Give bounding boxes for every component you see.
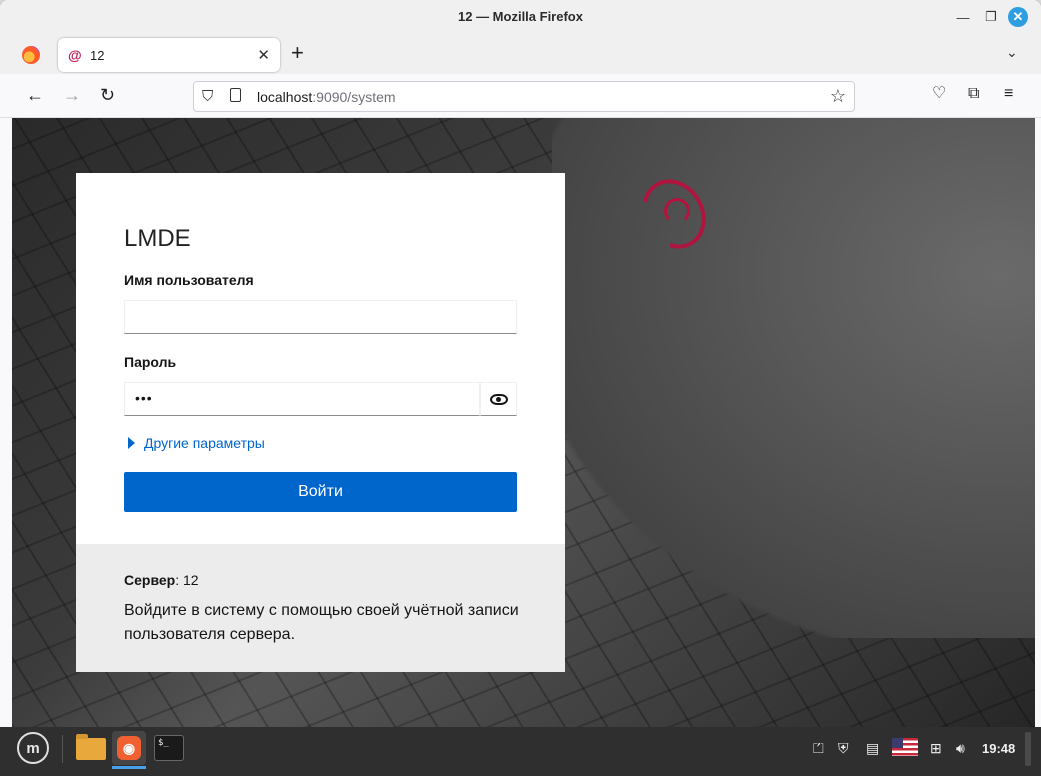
star-icon[interactable]: ☆ (830, 86, 846, 107)
taskbar: m ◉ $_ ⏍ ⛨ ▤ ⊞ 🔊︎ 19:48 (0, 727, 1041, 776)
keyboard-layout-flag-icon[interactable] (892, 738, 918, 756)
tab-close-icon[interactable]: ✕ (257, 46, 270, 64)
active-indicator (112, 766, 146, 769)
page-icon[interactable] (230, 88, 241, 102)
firefox-window: 12 — Mozilla Firefox — ❐ ✕ @ 12 ✕ + ⌄ ← … (0, 0, 1041, 727)
show-password-button[interactable] (480, 382, 517, 416)
url-bar[interactable]: ⛉ localhost:9090/system ☆ (193, 81, 855, 112)
back-arrow-icon[interactable]: ← (26, 86, 44, 104)
firefox-view-icon[interactable] (22, 46, 40, 64)
show-desktop-button[interactable] (1025, 732, 1031, 766)
other-options-toggle[interactable]: Другие параметры (128, 435, 265, 451)
folder-icon (76, 734, 106, 760)
server-help-text: Войдите в систему с помощью своей учётно… (124, 602, 519, 643)
title-bar: 12 — Mozilla Firefox — ❐ ✕ (0, 0, 1041, 34)
tab-bar: @ 12 ✕ + ⌄ (0, 34, 1041, 74)
terminal-launcher[interactable]: $_ (152, 731, 186, 765)
password-field[interactable]: ••• (124, 382, 480, 416)
volume-icon[interactable]: 🔊︎ (956, 740, 965, 756)
brand-title: LMDE (124, 225, 191, 252)
login-card: LMDE Имя пользователя Пароль ••• Другие … (76, 173, 565, 544)
server-info: Сервер: 12 Войдите в систему с помощью с… (76, 544, 565, 672)
navigation-bar: ← → ↻ ⛉ localhost:9090/system ☆ ♡ ⧉ ≡ (0, 74, 1041, 118)
other-options-label: Другие параметры (144, 435, 265, 451)
debian-swirl-icon: @ (68, 47, 82, 63)
tab-title: 12 (90, 48, 105, 63)
firefox-icon: ◉ (117, 736, 141, 760)
files-launcher[interactable] (74, 731, 108, 765)
update-manager-icon[interactable]: ⏍ (813, 740, 824, 756)
extensions-icon[interactable]: ⧉ (968, 86, 979, 102)
minimize-icon[interactable]: — (953, 7, 973, 27)
username-label: Имя пользователя (124, 272, 254, 288)
debian-logo-inner (664, 198, 690, 224)
pocket-icon[interactable]: ♡ (932, 86, 946, 102)
password-label: Пароль (124, 354, 177, 370)
background-sky (552, 118, 1035, 638)
shield-icon[interactable]: ⛉ (202, 88, 213, 105)
caret-right-icon (128, 437, 135, 449)
password-value: ••• (135, 390, 153, 406)
security-shield-icon[interactable]: ⛨ (838, 740, 849, 756)
new-tab-icon[interactable]: + (291, 42, 304, 64)
clock[interactable]: 19:48 (982, 741, 1015, 756)
firefox-launcher[interactable]: ◉ (112, 731, 146, 769)
list-tabs-icon[interactable]: ⌄ (1006, 44, 1018, 61)
login-button[interactable]: Войти (124, 472, 517, 512)
username-field[interactable] (124, 300, 517, 334)
mint-menu-button[interactable]: m (17, 732, 49, 764)
forward-arrow-icon[interactable]: → (63, 86, 81, 104)
close-window-icon[interactable]: ✕ (1008, 7, 1028, 27)
notes-icon[interactable]: ▤ (866, 740, 879, 756)
window-title: 12 — Mozilla Firefox (458, 9, 583, 24)
server-line: Сервер: 12 (124, 572, 199, 588)
page-content: LMDE Имя пользователя Пароль ••• Другие … (12, 118, 1035, 727)
url-text[interactable]: localhost:9090/system (257, 89, 396, 105)
eye-icon (489, 393, 508, 405)
reload-icon[interactable]: ↻ (100, 86, 115, 104)
taskbar-divider (62, 735, 63, 763)
tab-active[interactable]: @ 12 ✕ (58, 38, 280, 72)
maximize-icon[interactable]: ❐ (981, 7, 1001, 27)
hamburger-menu-icon[interactable]: ≡ (1004, 86, 1013, 102)
terminal-icon: $_ (154, 735, 184, 761)
network-icon[interactable]: ⊞ (930, 740, 942, 756)
